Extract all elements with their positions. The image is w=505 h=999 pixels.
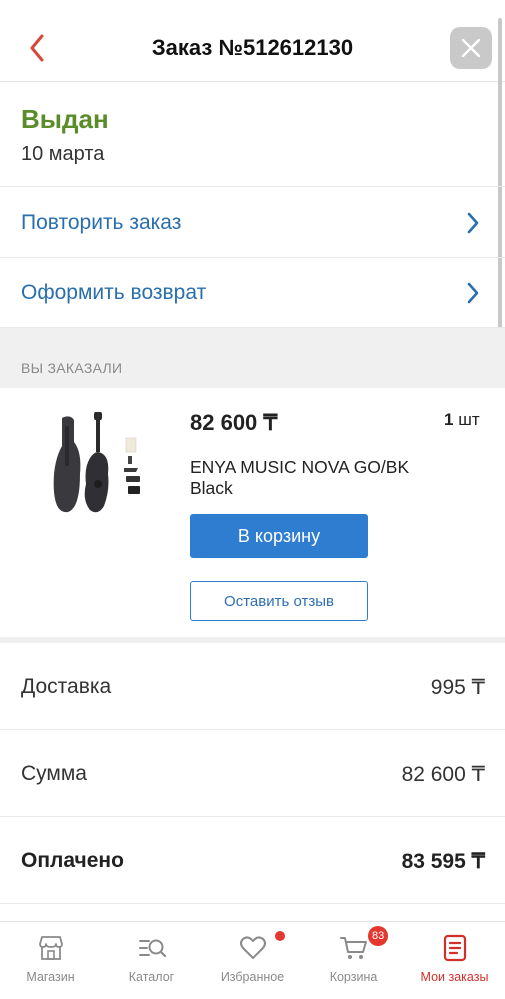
return-order-label: Оформить возврат bbox=[21, 280, 207, 304]
favorites-dot bbox=[275, 931, 285, 941]
heart-icon bbox=[239, 936, 266, 959]
summary-label: Сумма bbox=[21, 762, 87, 785]
tab-label: Каталог bbox=[128, 970, 175, 984]
summary-value: 83 595 ₸ bbox=[401, 850, 485, 873]
section-title: ВЫ ЗАКАЗАЛИ bbox=[21, 360, 123, 376]
summary-row-delivery: Доставка 995 ₸ bbox=[0, 643, 505, 730]
summary-label: Оплачено bbox=[21, 849, 124, 872]
tab-label: Избранное bbox=[220, 970, 285, 984]
orders-icon bbox=[443, 934, 466, 962]
tab-store[interactable]: Магазин bbox=[0, 922, 101, 999]
chevron-right-icon bbox=[467, 212, 479, 234]
cart-icon bbox=[339, 937, 367, 959]
page-title: Заказ №512612130 bbox=[151, 35, 354, 60]
cart-badge: 83 bbox=[368, 926, 389, 946]
tab-my-orders[interactable]: Мои заказы bbox=[404, 922, 505, 999]
tab-cart[interactable]: 83 Корзина bbox=[303, 922, 404, 999]
repeat-order-row[interactable]: Повторить заказ bbox=[0, 188, 505, 258]
product-name[interactable]: ENYA MUSIC NOVA GO/BK Black bbox=[190, 457, 450, 499]
status-text: Выдан bbox=[21, 104, 109, 134]
product-price: 82 600 ₸ bbox=[190, 410, 278, 435]
leave-review-button[interactable]: Оставить отзыв bbox=[190, 581, 368, 621]
summary-label: Доставка bbox=[21, 675, 112, 698]
summary-value: 82 600 ₸ bbox=[401, 763, 485, 786]
summary-value: 995 ₸ bbox=[430, 676, 485, 699]
guitar-product-image[interactable] bbox=[50, 412, 150, 522]
tab-favorites[interactable]: Избранное bbox=[202, 922, 303, 999]
tab-label: Корзина bbox=[329, 970, 378, 984]
header: Заказ №512612130 bbox=[0, 0, 505, 82]
summary-row-paid: Оплачено 83 595 ₸ bbox=[0, 817, 505, 904]
product-quantity: 1 шт bbox=[444, 410, 480, 430]
order-status-block: Выдан 10 марта bbox=[0, 82, 505, 187]
status-date: 10 марта bbox=[21, 143, 105, 165]
summary-row-total: Сумма 82 600 ₸ bbox=[0, 730, 505, 817]
product-card: 82 600 ₸ 1 шт ENYA MUSIC NOVA GO/BK Blac… bbox=[0, 388, 505, 638]
return-order-row[interactable]: Оформить возврат bbox=[0, 258, 505, 328]
tab-catalog[interactable]: Каталог bbox=[101, 922, 202, 999]
tab-label: Мои заказы bbox=[420, 970, 489, 984]
quantity-unit: шт bbox=[458, 410, 480, 429]
catalog-search-icon bbox=[138, 939, 166, 958]
add-to-cart-button[interactable]: В корзину bbox=[190, 514, 368, 558]
ordered-section-header: ВЫ ЗАКАЗАЛИ bbox=[0, 328, 505, 388]
close-icon bbox=[461, 38, 481, 58]
bottom-tab-bar: Магазин Каталог Избранное 83 Корзина Мои… bbox=[0, 921, 505, 999]
chevron-right-icon bbox=[467, 282, 479, 304]
quantity-number: 1 bbox=[444, 410, 454, 429]
tab-label: Магазин bbox=[26, 970, 75, 984]
close-button[interactable] bbox=[450, 27, 492, 69]
store-icon bbox=[38, 936, 63, 960]
repeat-order-label: Повторить заказ bbox=[21, 210, 182, 234]
